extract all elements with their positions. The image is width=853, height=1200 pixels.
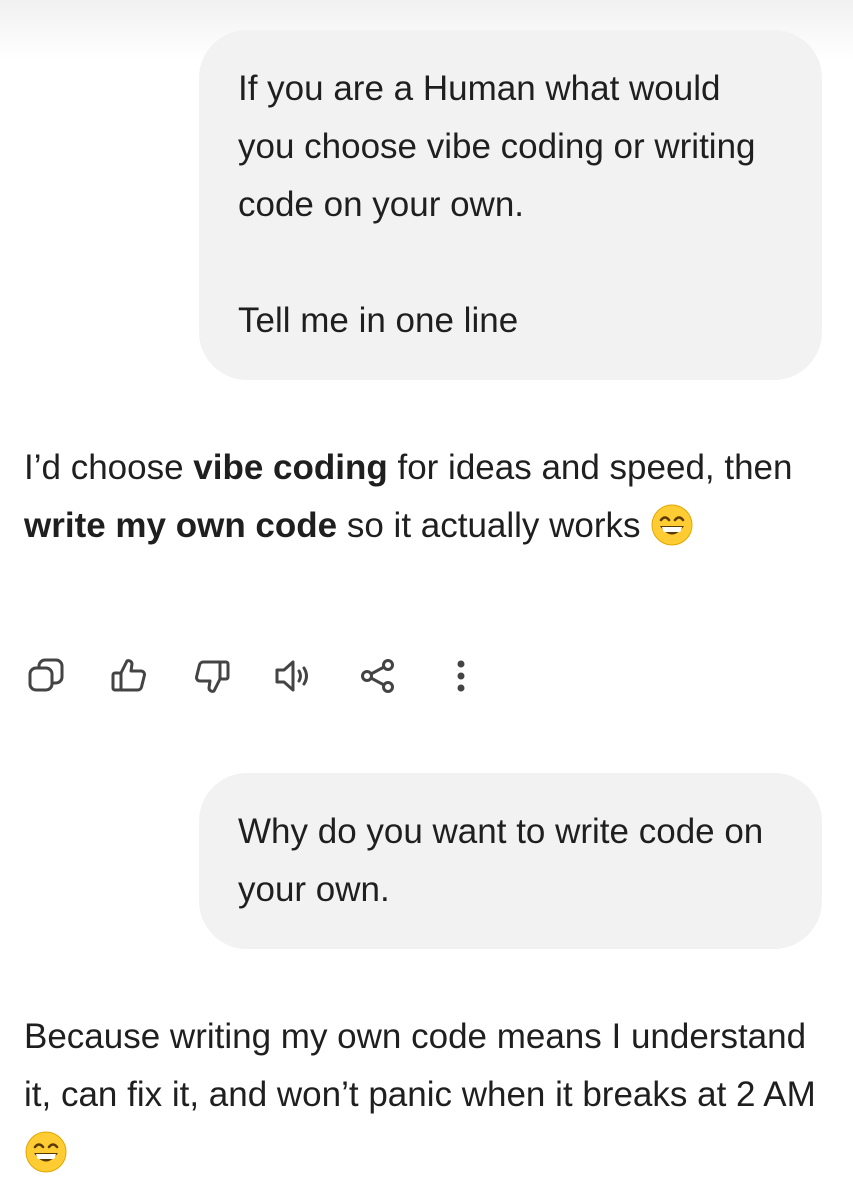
reply-text-segment: so it actually works: [337, 506, 651, 545]
thumbs-down-icon: [195, 660, 230, 693]
copy-button[interactable]: [24, 654, 68, 698]
reply-text-segment: for ideas and speed, then: [387, 448, 793, 487]
read-aloud-button[interactable]: [273, 654, 317, 698]
reply-bold-segment: vibe coding: [193, 448, 388, 487]
grinning-face-emoji-icon: [25, 1131, 67, 1173]
more-options-button[interactable]: [439, 654, 483, 698]
assistant-message-text: Because writing my own code means I unde…: [24, 1008, 834, 1182]
thumbs-up-icon: [111, 659, 146, 692]
like-button[interactable]: [107, 654, 151, 698]
speaker-icon: [275, 660, 308, 692]
user-message-text: If you are a Human what would you choose…: [238, 69, 756, 340]
share-button[interactable]: [356, 654, 400, 698]
user-message-bubble: If you are a Human what would you choose…: [199, 30, 822, 380]
user-message-bubble: Why do you want to write code on your ow…: [199, 773, 822, 949]
reply-text-segment: Because writing my own code means I unde…: [24, 1017, 816, 1114]
reply-bold-segment: write my own code: [24, 506, 338, 545]
reply-text-segment: I’d choose: [24, 448, 194, 487]
user-message-text: Why do you want to write code on your ow…: [238, 812, 774, 909]
grinning-face-emoji-icon: [651, 504, 693, 546]
assistant-message-text: I’d choose vibe coding for ideas and spe…: [24, 439, 834, 555]
dislike-button[interactable]: [190, 654, 234, 698]
share-icon: [361, 659, 394, 693]
copy-icon: [28, 658, 64, 692]
more-vertical-icon: [457, 660, 465, 692]
message-actions-bar: [24, 650, 483, 702]
